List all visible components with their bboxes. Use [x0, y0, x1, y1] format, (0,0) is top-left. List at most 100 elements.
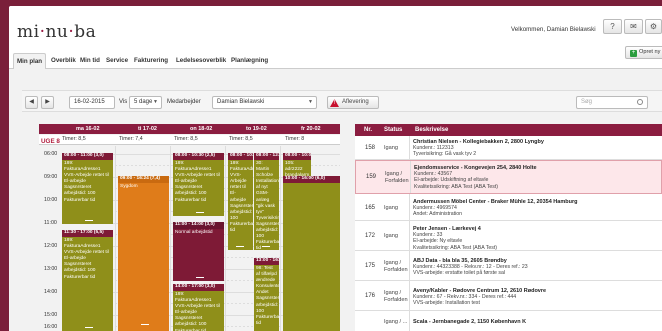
tab-min-tid[interactable]: Min tid [80, 57, 100, 64]
row-nr: 159 [366, 174, 377, 180]
mail-button[interactable]: ✉ [624, 19, 643, 34]
time-label: 14:00 [44, 289, 58, 295]
chevron-down-icon: ▼ [153, 99, 158, 105]
tab-planlaegning[interactable]: Planlægning [231, 57, 268, 64]
resize-handle[interactable] [261, 246, 270, 247]
chevron-down-icon: ▼ [308, 99, 313, 105]
row-nr: 165 [365, 205, 376, 211]
time-label: 11:00 [44, 220, 57, 226]
column-header-beskrivelse[interactable]: Beskrivelse [415, 127, 448, 133]
next-week-button[interactable]: ▶ [41, 96, 54, 109]
calendar-event[interactable]: 13:00 - 16:00 (3,0) 98: Test af tilfælpd… [254, 258, 279, 331]
gear-icon: ⚙ [649, 22, 658, 31]
resize-handle[interactable] [84, 327, 93, 328]
resize-handle[interactable] [84, 220, 93, 221]
row-divider [409, 221, 410, 250]
calendar-event[interactable]: 11:00 - 14:00 (3,0) Normal arbejdstid [173, 222, 224, 281]
table-row-selected[interactable]: 159 Igang / Forfalden Ejendomsservice - K… [355, 160, 662, 194]
minuba-logo[interactable]: mi·nu·ba [17, 22, 96, 42]
task-list-header: Nr. Status Beskrivelse [355, 124, 662, 136]
vis-label: Vis [119, 99, 128, 105]
aflevering-button[interactable]: ! Aflevering [327, 96, 379, 109]
row-description: Aveny/Kabler - Rødovre Centrum 12, 2610 … [413, 288, 547, 307]
column-divider [280, 146, 281, 331]
calendar-event[interactable]: 10:00 - 16:00 (6,0) [283, 176, 340, 331]
plan-toolbar: ◀ ▶ 16-02-2015 Vis 5 dage ▼ Medarbejder D… [22, 90, 662, 112]
tab-min-plan[interactable]: Min plan [13, 53, 47, 69]
search-input[interactable]: Søg [576, 96, 648, 109]
arrow-left-icon: ◀ [29, 99, 34, 105]
row-status: Igang / Forfalden [385, 171, 409, 184]
column-divider [170, 146, 171, 331]
calendar-event[interactable]: 08:00 - 12:30 (4,5) 30: Martin Scholze I… [254, 153, 279, 250]
calendar-panel: ma 16-02 ti 17-02 on 18-02 to 19-02 fr 2… [22, 124, 340, 331]
top-bar: mi·nu·ba Velkommen, Damian Bielawski ? ✉… [9, 6, 662, 49]
time-label: 10:00 [44, 197, 58, 203]
mail-icon: ✉ [630, 22, 637, 31]
row-divider [409, 136, 410, 159]
calendar-event[interactable]: 09:00 - 16:24 (7,4) Sygdom [118, 176, 169, 331]
arrow-right-icon: ▶ [45, 99, 50, 105]
row-status: Igang / ... [384, 319, 408, 325]
table-row[interactable]: 165 Igang Andermussen Möbel Center - Bra… [355, 194, 662, 221]
settings-button[interactable]: ⚙ [645, 19, 662, 34]
day-header[interactable]: to 19-02 [246, 126, 267, 132]
date-input[interactable]: 16-02-2015 [69, 96, 115, 109]
week-label: UGE 8 [41, 138, 60, 145]
row-nr: 176 [365, 293, 376, 299]
day-header[interactable]: fr 20-02 [301, 126, 321, 132]
row-status: Igang [384, 233, 398, 239]
table-row[interactable]: 176 Igang / Forfalden Aveny/Kabler - Rødo… [355, 281, 662, 311]
day-header[interactable]: on 18-02 [190, 126, 212, 132]
calendar-event[interactable]: 08:00 - 11:00 (3,0) 189: FakturaAdresse1… [62, 153, 113, 224]
row-divider [409, 281, 410, 310]
prev-week-button[interactable]: ◀ [25, 96, 38, 109]
row-divider [409, 194, 410, 220]
row-description: Andermussen Möbel Center - Braker Mühle … [413, 199, 578, 218]
column-header-status[interactable]: Status [384, 127, 402, 133]
table-row[interactable]: Igang / ... Scala - Jernbanegade 2, 1150… [355, 311, 662, 331]
column-divider [225, 146, 226, 331]
task-list-panel: Nr. Status Beskrivelse 158 Igang Christi… [355, 124, 662, 331]
table-row[interactable]: 172 Igang Peter Jensen - Lærkevej 4 Kund… [355, 221, 662, 251]
resize-handle[interactable] [195, 277, 204, 278]
day-header[interactable]: ma 16-02 [76, 126, 100, 132]
employee-select[interactable]: Damian Bielawski ▼ [212, 96, 317, 109]
search-icon [637, 99, 643, 105]
calendar-event[interactable]: 08:00 - 10:30 (2,5) 189: FakturaAdresse1… [173, 153, 224, 216]
tab-ledelsesoverblik[interactable]: Ledelsesoverblik [176, 57, 226, 64]
column-header-nr[interactable]: Nr. [364, 127, 372, 133]
row-divider [409, 311, 410, 331]
row-status: Igang [384, 205, 398, 211]
day-hours: Timer: 7,4 [119, 136, 143, 142]
table-row[interactable]: 175 Igang / Forfalden ABJ Data - bla bla … [355, 251, 662, 281]
help-button[interactable]: ? [603, 19, 622, 34]
create-new-button[interactable]: + Opret ny [625, 46, 662, 59]
row-nr: 172 [365, 233, 376, 239]
row-status: Igang / Forfalden [384, 260, 408, 273]
row-description: Peter Jensen - Lærkevej 4 Kundenr.: 33 E… [413, 226, 497, 251]
tab-overblik[interactable]: Overblik [51, 57, 76, 64]
time-label: 06:00 [44, 151, 58, 157]
tab-fakturering[interactable]: Fakturering [134, 57, 168, 64]
resize-handle[interactable] [140, 324, 149, 325]
day-hours: Timer: 8,5 [174, 136, 198, 142]
calendar-event[interactable]: 11:30 - 17:00 (5,5) 189: FakturaAdresse1… [62, 230, 113, 331]
calendar-event[interactable]: 08:00 - 10:30 (2,5) 189: FakturaAdresse1… [228, 153, 253, 250]
time-label: 16:00 [44, 324, 58, 330]
row-divider [409, 251, 410, 280]
days-select[interactable]: 5 dage ▼ [129, 96, 162, 109]
calendar-day-header: ma 16-02 ti 17-02 on 18-02 to 19-02 fr 2… [39, 124, 340, 134]
row-nr: 158 [365, 145, 376, 151]
warning-icon: ! [330, 99, 339, 107]
tab-service[interactable]: Service [106, 57, 128, 64]
calendar-event[interactable]: 14:00 - 17:00 (3,0) 189: FakturaAdresse1… [173, 284, 224, 331]
resize-handle[interactable] [235, 246, 244, 247]
day-hours: Timer: 8 [285, 136, 305, 142]
row-description: Christian Nielsen - Kollegiebakken 2, 28… [413, 139, 544, 158]
row-description: Ejendomsservice - Kongevejen 254, 2840 H… [414, 165, 537, 190]
row-divider [410, 161, 411, 193]
table-row[interactable]: 158 Igang Christian Nielsen - Kollegieba… [355, 136, 662, 160]
day-header[interactable]: ti 17-02 [138, 126, 157, 132]
resize-handle[interactable] [195, 212, 204, 213]
